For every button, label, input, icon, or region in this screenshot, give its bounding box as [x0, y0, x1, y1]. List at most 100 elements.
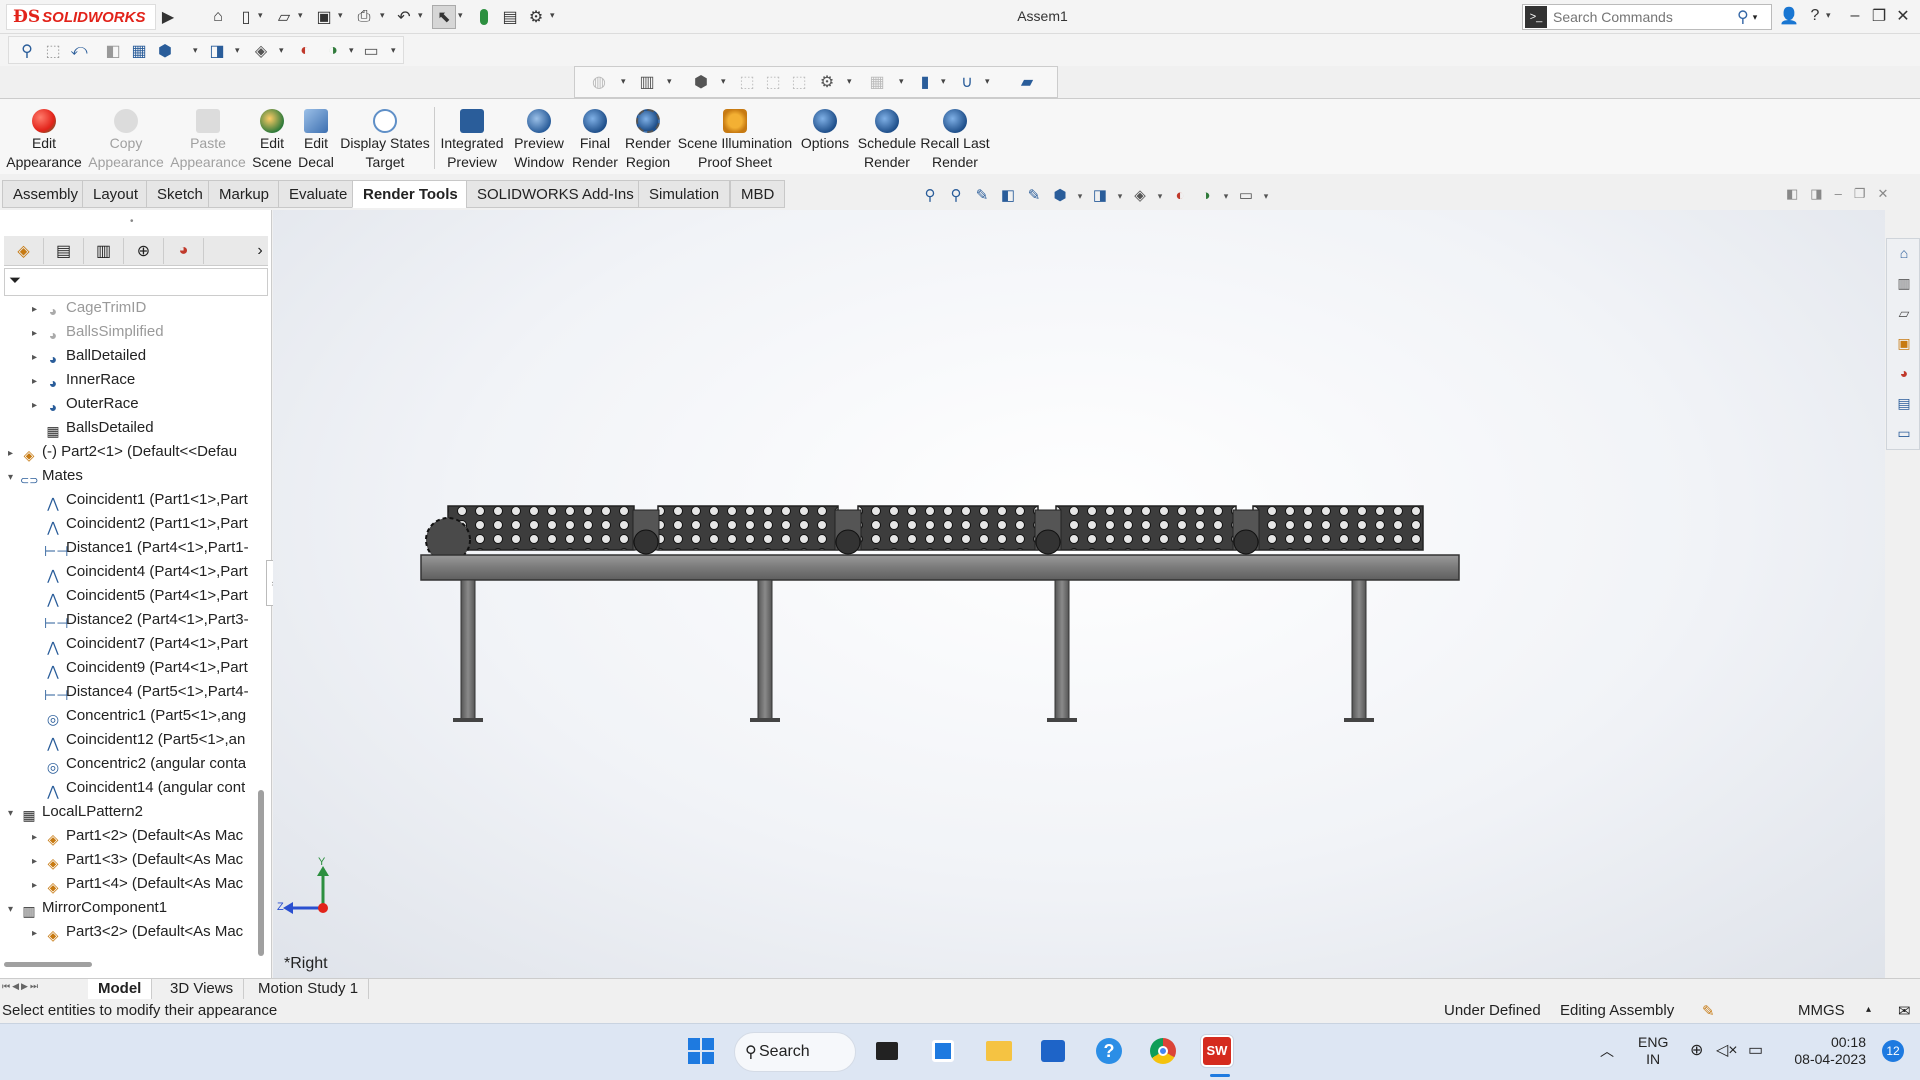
smart-fasteners-icon[interactable]: ⬚ — [735, 70, 759, 94]
tab-solidworks-add-ins[interactable]: SOLIDWORKS Add-Ins — [466, 180, 645, 208]
tree-item[interactable]: ▸ ◕ BallsSimplified — [32, 320, 164, 344]
chevron-down-icon[interactable]: ▾ — [8, 802, 20, 824]
battery-icon[interactable]: ▭ — [1748, 1040, 1763, 1060]
edit-scene-button[interactable]: Edit Scene — [250, 109, 294, 172]
previous-tab-icon[interactable]: ◀ — [12, 981, 19, 992]
network-icon[interactable]: ⊕ — [1690, 1040, 1703, 1060]
chevron-down-icon[interactable]: ▾ — [193, 45, 198, 56]
chevron-down-icon[interactable]: ▾ — [899, 76, 904, 87]
tree-item[interactable]: ▸ ◕ InnerRace — [32, 368, 135, 392]
paste-appearance-button[interactable]: Paste Appearance — [168, 109, 248, 172]
chevron-down-icon[interactable]: ▾ — [1076, 186, 1084, 206]
conveyor-model[interactable] — [273, 210, 1885, 978]
tree-item[interactable]: ▸ ◕ OuterRace — [32, 392, 139, 416]
instant3d-icon[interactable]: ▰ — [1015, 70, 1039, 94]
solidworks-resources-icon[interactable]: ⌂ — [1894, 243, 1914, 263]
previous-view-icon[interactable]: ⤺ — [67, 39, 91, 63]
help-icon[interactable]: ? — [1802, 4, 1828, 28]
chevron-down-icon[interactable]: ▾ — [1753, 12, 1758, 23]
section-view-icon[interactable]: ◧ — [101, 39, 125, 63]
tree-item[interactable]: ⋀ Coincident2 (Part1<1>,Part — [32, 512, 248, 536]
tab-mbd[interactable]: MBD — [730, 180, 786, 208]
display-states-target-button[interactable]: Display States Target — [340, 109, 430, 172]
tab-3d-views[interactable]: 3D Views — [160, 979, 245, 999]
chevron-right-icon[interactable]: ▸ — [32, 850, 44, 872]
scene-illumination-proof-sheet-button[interactable]: Scene Illumination Proof Sheet — [676, 109, 794, 172]
microsoft-store-icon[interactable] — [1036, 1034, 1070, 1068]
chevron-right-icon[interactable]: ▸ — [32, 322, 44, 344]
view-orientation-icon[interactable]: ⬢ — [153, 39, 177, 63]
zoom-to-fit-icon[interactable]: ⚲ — [15, 39, 39, 63]
chevron-down-icon[interactable]: ▾ — [1222, 186, 1230, 206]
render-region-button[interactable]: Render Region — [622, 109, 674, 172]
first-tab-icon[interactable]: ⏮ — [2, 981, 10, 992]
final-render-button[interactable]: Final Render — [570, 109, 620, 172]
tree-item[interactable]: ⊢⊣Distance2 (Part4<1>,Part3- — [32, 608, 249, 632]
view-settings-icon[interactable]: ▭ — [359, 39, 383, 63]
graphics-area[interactable]: Y Z — [273, 210, 1885, 978]
chevron-down-icon[interactable]: ▾ — [941, 76, 946, 87]
tree-item[interactable]: ⋀ Coincident4 (Part4<1>,Part — [32, 560, 248, 584]
tree-item[interactable]: ◎ Concentric2 (angular conta — [32, 752, 246, 776]
hide-show-items-icon[interactable]: ◈ — [1130, 186, 1150, 206]
section-view-icon[interactable]: ◧ — [998, 186, 1018, 206]
tile-right-icon[interactable]: ◨ — [1810, 186, 1822, 202]
tree-item[interactable]: ◎ Concentric1 (Part5<1>,ang — [32, 704, 246, 728]
integrated-preview-button[interactable]: Integrated Preview — [436, 109, 508, 172]
tree-item[interactable]: ⋀ Coincident7 (Part4<1>,Part — [32, 632, 248, 656]
clock[interactable]: 00:18 08-04-2023 — [1786, 1034, 1866, 1068]
view-settings-icon[interactable]: ▭ — [1236, 186, 1256, 206]
tile-left-icon[interactable]: ◧ — [1786, 186, 1798, 202]
file-explorer-icon[interactable] — [982, 1034, 1016, 1068]
save-icon[interactable]: ▣ — [312, 5, 336, 29]
tree-item[interactable]: ▸ ◈ Part1<4> (Default<As Mac — [32, 872, 243, 896]
view-orientation-icon[interactable]: ⬢ — [1050, 186, 1070, 206]
forum-icon[interactable]: ▭ — [1894, 423, 1914, 443]
chevron-down-icon[interactable]: ▾ — [721, 76, 726, 87]
insert-component-icon[interactable]: ◍ — [587, 70, 611, 94]
view-palette-icon[interactable]: ▣ — [1894, 333, 1914, 353]
chevron-down-icon[interactable]: ▾ — [550, 10, 555, 21]
search-icon[interactable]: ⚲ — [1737, 7, 1749, 27]
chevron-down-icon[interactable]: ▾ — [847, 76, 852, 87]
apply-scene-icon[interactable]: ◑ — [1196, 186, 1216, 206]
undo-icon[interactable]: ↶ — [392, 5, 416, 29]
bill-of-materials-icon[interactable]: ∪ — [955, 70, 979, 94]
tree-item[interactable]: ⊢⊣Distance4 (Part5<1>,Part4- — [32, 680, 249, 704]
tree-item[interactable]: ▸ ◕ BallDetailed — [32, 344, 146, 368]
move-component-icon[interactable]: ⬚ — [761, 70, 785, 94]
help-app-icon[interactable]: ? — [1092, 1034, 1126, 1068]
new-motion-study-icon[interactable]: ▮ — [913, 70, 937, 94]
tab-scroll-controls[interactable]: ⏮ ◀ ▶ ⏭ — [2, 981, 38, 992]
options-button[interactable]: Options — [796, 109, 854, 153]
zoom-to-fit-icon[interactable]: ⚲ — [920, 186, 940, 206]
language-indicator[interactable]: ENG IN — [1638, 1034, 1668, 1068]
edit-appearance-button[interactable]: Edit Appearance — [2, 109, 86, 172]
chevron-down-icon[interactable]: ▾ — [985, 76, 990, 87]
chevron-right-icon[interactable]: ▸ — [32, 874, 44, 896]
previous-view-icon[interactable]: ✎ — [972, 186, 992, 206]
design-library-icon[interactable]: ▥ — [1894, 273, 1914, 293]
zoom-area-icon[interactable]: ⬚ — [41, 39, 65, 63]
edit-appearance-icon[interactable]: ◐ — [1170, 186, 1190, 206]
tree-item[interactable]: ⋀ Coincident12 (Part5<1>,an — [32, 728, 245, 752]
tree-vertical-scrollbar[interactable] — [258, 790, 264, 956]
home-icon[interactable]: ⌂ — [206, 5, 230, 29]
chevron-down-icon[interactable]: ▾ — [349, 45, 354, 56]
chevron-down-icon[interactable]: ▾ — [418, 10, 423, 21]
feature-manager-tab-icon[interactable]: ◈ — [4, 238, 44, 264]
property-manager-tab-icon[interactable]: ▤ — [44, 238, 84, 264]
file-explorer-icon[interactable]: ▱ — [1894, 303, 1914, 323]
windows-start-icon[interactable] — [684, 1034, 718, 1068]
tab-assembly[interactable]: Assembly — [2, 180, 90, 208]
tab-motion-study-1[interactable]: Motion Study 1 — [248, 979, 370, 999]
rebuild-status-icon[interactable]: ✎ — [1702, 1002, 1715, 1020]
tree-item[interactable]: ▸ ◈ Part1<2> (Default<As Mac — [32, 824, 243, 848]
notification-badge[interactable]: 12 — [1882, 1040, 1904, 1062]
select-arrow-icon[interactable]: ⬉ — [432, 5, 456, 29]
display-manager-tab-icon[interactable]: ◕ — [164, 238, 204, 264]
quick-tips-icon[interactable]: ✉ — [1898, 1002, 1911, 1020]
close-icon[interactable]: ✕ — [1890, 4, 1916, 28]
chevron-down-icon[interactable]: ▾ — [667, 76, 672, 87]
chevron-right-icon[interactable]: ▸ — [32, 298, 44, 320]
